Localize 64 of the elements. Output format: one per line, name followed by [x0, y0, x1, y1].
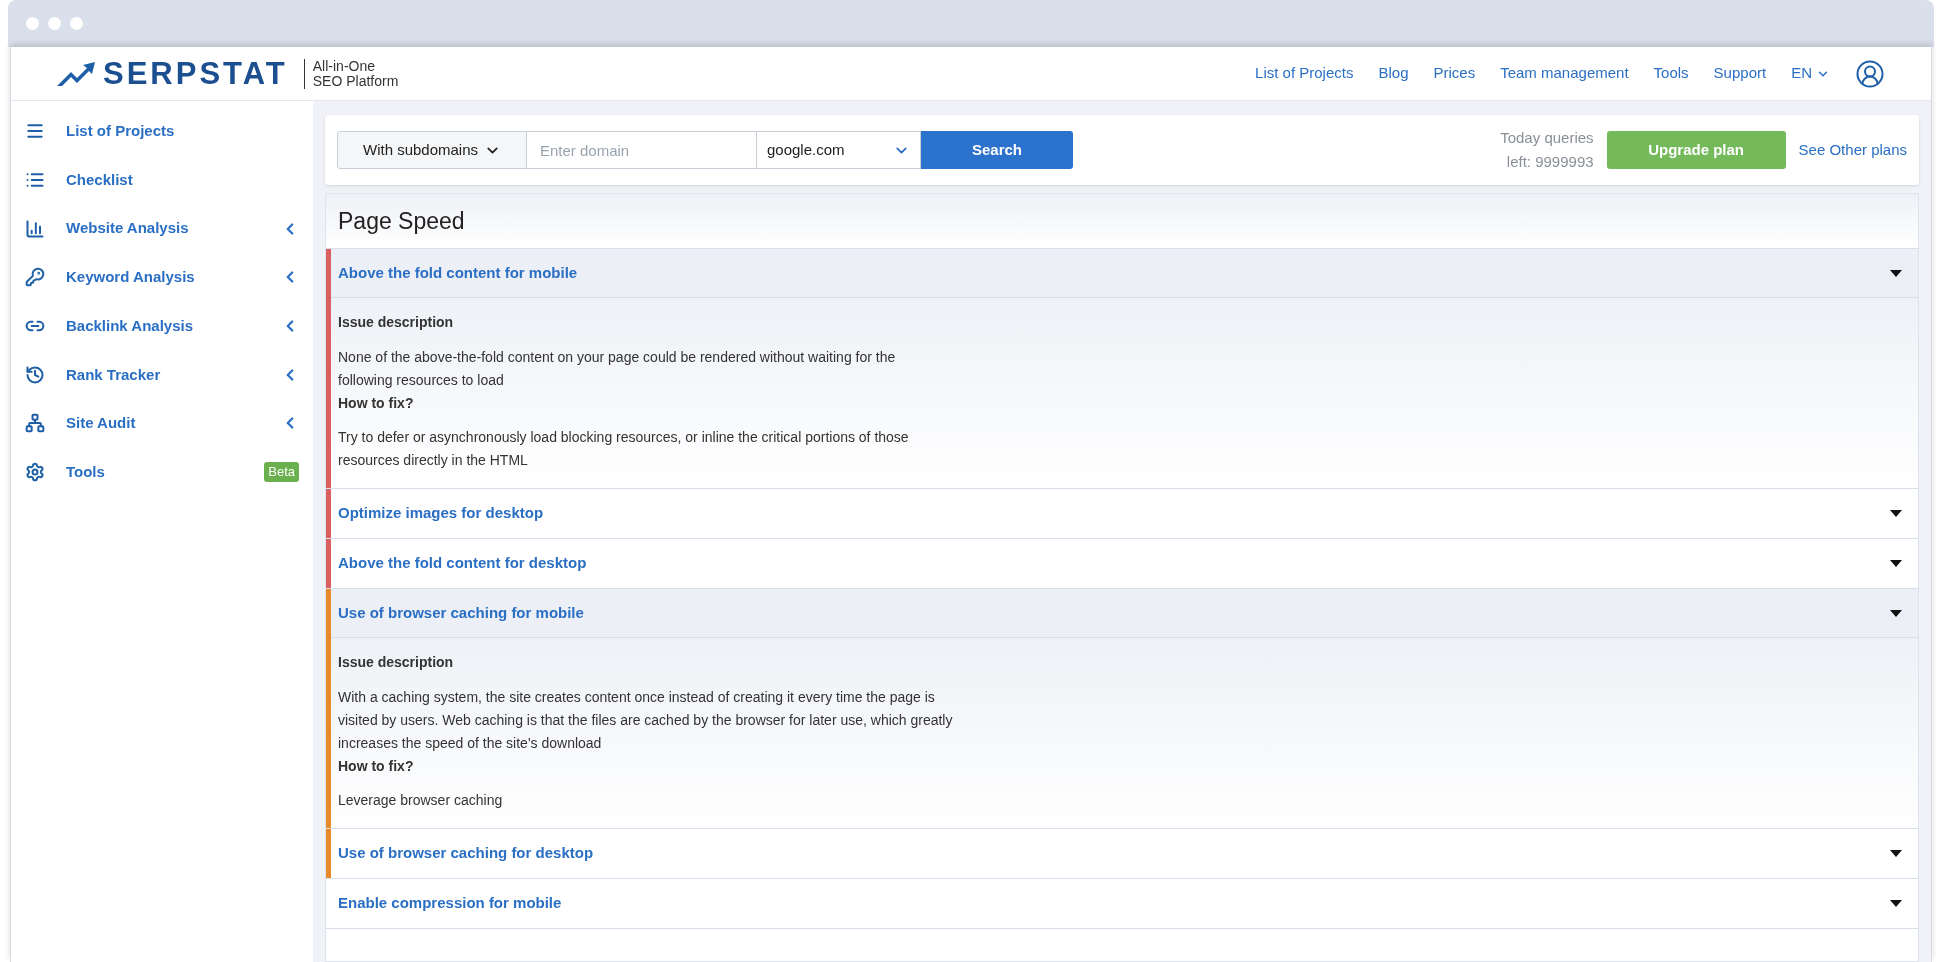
sidebar-label: Rank Tracker — [66, 364, 161, 385]
user-avatar-icon[interactable] — [1855, 58, 1885, 89]
sidebar-label: Website Analysis — [66, 218, 189, 239]
settings-icon — [25, 462, 45, 483]
description-text: With a caching system, the site creates content once instead of creating it every time the page is visited by users. Web caching is that the files are cached by the browser for later use, which greatly increases the speed of the site's download — [338, 688, 953, 753]
issue-title: Use of browser caching for mobile — [338, 602, 584, 623]
issue-title: Enable compression for mobile — [338, 893, 562, 914]
nav-link[interactable]: Team management — [1500, 62, 1629, 85]
beta-badge: Beta — [264, 462, 299, 482]
page-title: Page Speed — [338, 206, 465, 236]
scope-dropdown[interactable]: With subdomains — [337, 131, 527, 169]
issue-title: Above the fold content for desktop — [338, 553, 587, 574]
sidebar-label: Site Audit — [66, 413, 136, 434]
issue-title: Use of browser caching for desktop — [338, 843, 594, 864]
description-label: Issue description — [338, 313, 455, 332]
bar-chart-icon — [25, 218, 45, 239]
sidebar-label: Backlink Analysis — [66, 315, 193, 336]
sidebar-label: Checklist — [66, 169, 133, 190]
nav-link[interactable]: Tools — [1653, 62, 1689, 85]
key-icon — [25, 267, 45, 288]
sidebar-label: Tools — [66, 461, 105, 482]
sidebar-item[interactable]: Checklist — [11, 155, 313, 205]
fix-text: Leverage browser caching — [338, 791, 504, 810]
search-button[interactable]: Search — [921, 131, 1073, 169]
fix-label: How to fix? — [338, 394, 415, 413]
sidebar-label: List of Projects — [66, 121, 175, 142]
hierarchy-icon — [25, 413, 45, 434]
domain-input[interactable]: Enter domain — [527, 131, 756, 169]
fix-text: Try to defer or asynchronously load blocking resources, or inline the critical portions of those resources directly in the HTML — [338, 428, 910, 470]
queries-left-text: left: 9999993 — [1506, 152, 1594, 172]
nav-link[interactable]: List of Projects — [1255, 62, 1354, 85]
logo-icon — [57, 61, 95, 86]
caret-icon — [1890, 900, 1902, 907]
issue-title: Above the fold content for mobile — [338, 262, 578, 283]
history-icon — [25, 364, 45, 385]
description-text: None of the above-the-fold content on your page could be rendered without waiting for the following resources to load — [338, 348, 897, 390]
language-selector[interactable]: EN — [1791, 62, 1830, 85]
caret-icon — [1890, 850, 1902, 857]
description-label: Issue description — [338, 653, 455, 672]
tagline-text: SEO Platform — [312, 73, 399, 89]
logo-wordmark: SERPSTAT — [103, 58, 288, 89]
nav-link[interactable]: Support — [1713, 62, 1767, 85]
issue-header[interactable]: Above the fold content for mobile — [331, 249, 1918, 298]
nav-link[interactable]: Prices — [1433, 62, 1476, 85]
sidebar-item[interactable]: Tools Beta — [11, 447, 313, 497]
search-engine-dropdown[interactable]: google.com — [756, 131, 921, 169]
tagline-text: All-in-One — [312, 58, 376, 74]
caret-icon — [1890, 560, 1902, 567]
sidebar-label: Keyword Analysis — [66, 267, 195, 288]
sidebar-item[interactable]: Site Audit — [11, 399, 313, 448]
sidebar-item[interactable]: Keyword Analysis — [11, 253, 313, 302]
sidebar-item[interactable]: Backlink Analysis — [11, 301, 313, 351]
sidebar-item[interactable]: Rank Tracker — [11, 350, 313, 400]
nav-link[interactable]: Blog — [1378, 62, 1409, 85]
caret-icon — [1890, 269, 1902, 277]
fix-label: How to fix? — [338, 757, 415, 776]
caret-icon — [1890, 510, 1902, 517]
issue-title: Optimize images for desktop — [338, 503, 544, 524]
queries-left-text: Today queries — [1500, 128, 1594, 148]
sidebar-item[interactable]: List of Projects — [11, 107, 313, 156]
sidebar-item[interactable]: Website Analysis — [11, 204, 313, 254]
other-plans-link[interactable]: See Other plans — [1798, 138, 1907, 162]
caret-icon — [1890, 609, 1902, 617]
issue-header[interactable]: Use of browser caching for mobile — [331, 589, 1918, 638]
